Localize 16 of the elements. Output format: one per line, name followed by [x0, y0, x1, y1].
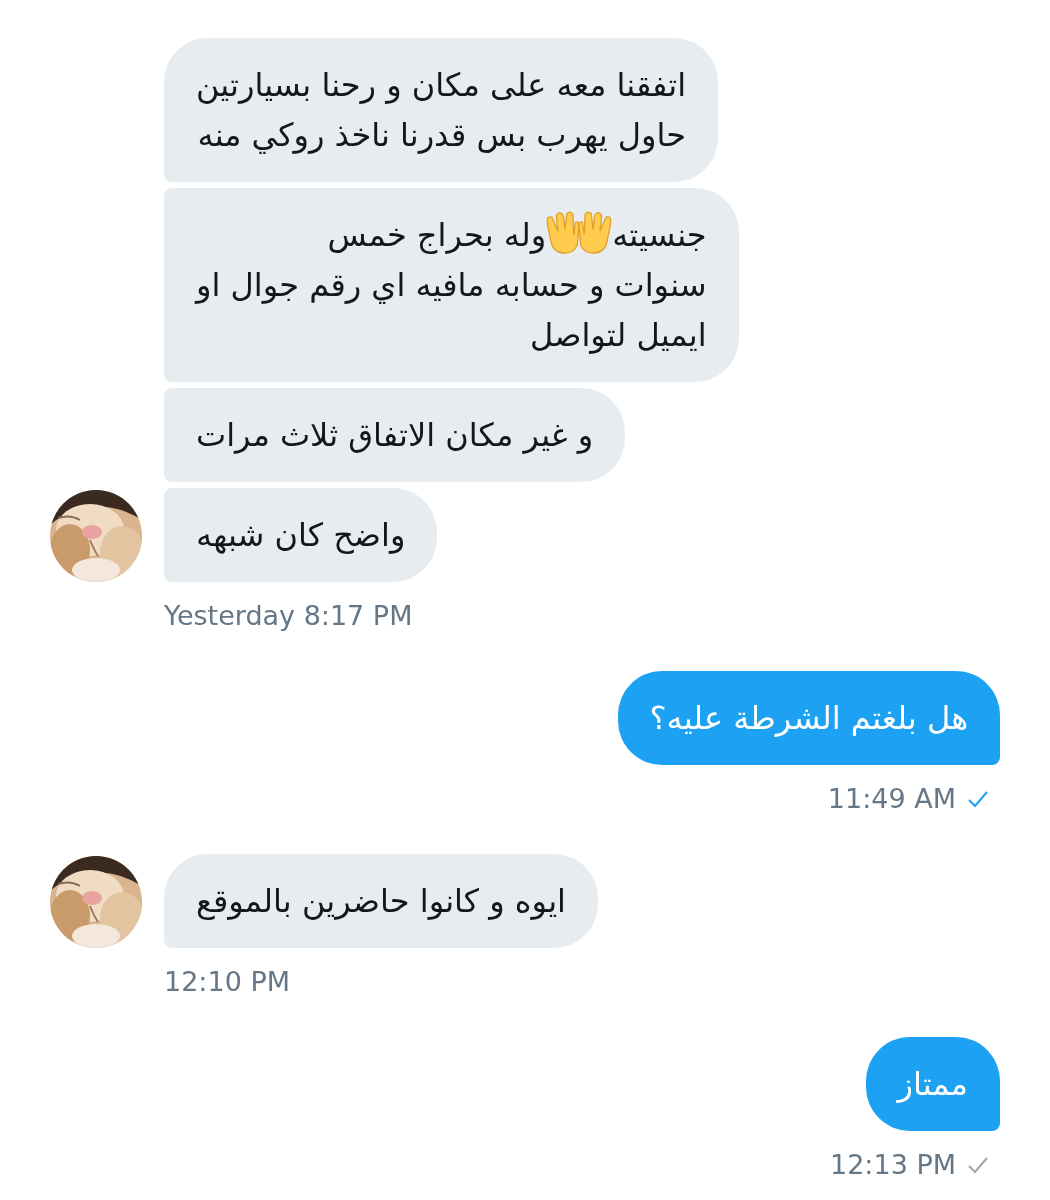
message-text: و غير مكان الاتفاق ثلاث مرات: [196, 415, 594, 456]
message-text: حاول يهرب بس قدرنا ناخذ روكي منه: [197, 115, 687, 156]
timestamp: 11:49 AM: [827, 783, 956, 814]
message-text: اتفقنا معه على مكان و رحنا بسيارتين: [196, 65, 687, 106]
message-text: جنسيته: [612, 215, 707, 256]
raised-hands-icon: [544, 209, 615, 255]
message-text: ايوه و كانوا حاضرين بالموقع: [196, 881, 566, 922]
message-text: واضح كان شبهه: [196, 515, 406, 556]
timestamp: Yesterday 8:17 PM: [164, 600, 413, 631]
timestamp: 12:13 PM: [830, 1149, 956, 1180]
message-text: وله بحراج خمس: [327, 215, 547, 256]
message-text: هل بلغتم الشرطة عليه؟: [649, 698, 968, 739]
timestamp: 12:10 PM: [164, 966, 290, 997]
message-text: سنوات و حسابه مافيه اي رقم جوال او: [196, 265, 707, 306]
message-text: ايميل لتواصل: [530, 315, 707, 356]
message-text: ممتاز: [897, 1064, 968, 1105]
